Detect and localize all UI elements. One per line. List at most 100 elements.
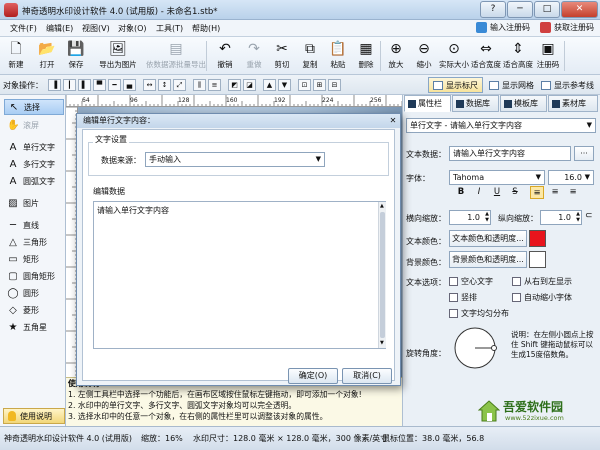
menu-object[interactable]: 对象(O): [118, 23, 147, 34]
align-left-icon[interactable]: ▐: [48, 79, 61, 91]
toolbar-button-11[interactable]: ⊕ 放大: [382, 39, 410, 73]
toolbar-button-4[interactable]: ▤ 依数据源批量导出: [142, 39, 210, 73]
tool-diamond[interactable]: ◇ 菱形: [4, 302, 64, 318]
maximize-button[interactable]: □: [534, 1, 560, 18]
get-code-link[interactable]: 获取注册码: [540, 22, 594, 33]
backward-icon[interactable]: ▼: [278, 79, 291, 91]
toolbar-button-5[interactable]: ↶ 撤销: [211, 39, 239, 73]
same-size-icon[interactable]: ⤢: [173, 79, 186, 91]
tool-picture[interactable]: ▨ 图片: [4, 195, 64, 211]
toolbar-button-16[interactable]: ▣ 注册码: [533, 39, 563, 73]
same-width-icon[interactable]: ↔: [143, 79, 156, 91]
register-link[interactable]: 输入注册码: [476, 22, 530, 33]
toolbar-button-1[interactable]: 📂 打开: [33, 39, 61, 73]
forward-icon[interactable]: ▲: [263, 79, 276, 91]
toolbar-button-3[interactable]: 🖼 导出为图片: [96, 39, 140, 73]
toolbar-button-10[interactable]: ▦ 删除: [352, 39, 380, 73]
ungroup-icon[interactable]: ⊟: [328, 79, 341, 91]
source-select[interactable]: 手动输入 ▼: [145, 152, 325, 167]
toolbar-button-13[interactable]: ⊙ 实际大小: [438, 39, 470, 73]
bring-front-icon[interactable]: ◩: [228, 79, 241, 91]
menu-help[interactable]: 帮助(H): [192, 23, 220, 34]
font-select[interactable]: Tahoma ▼: [449, 170, 545, 185]
underline-button[interactable]: U: [490, 186, 504, 199]
bg-color-swatch[interactable]: [529, 251, 546, 268]
rtl-checkbox[interactable]: 从右到左显示: [512, 276, 572, 287]
tool-pan-hand[interactable]: ✋ 滚屏: [4, 117, 64, 133]
align-top-icon[interactable]: ▀: [93, 79, 106, 91]
toolbar-button-14[interactable]: ⇔ 适合宽度: [470, 39, 502, 73]
toggle-grid[interactable]: 显示网格: [484, 77, 539, 93]
close-button[interactable]: ✕: [561, 1, 598, 18]
tool-rounded-rectangle[interactable]: ▢ 圆角矩形: [4, 268, 64, 284]
scroll-down-icon[interactable]: ▼: [380, 340, 384, 346]
font-size-select[interactable]: 16.0 ▼: [548, 170, 594, 185]
tool-star[interactable]: ★ 五角星: [4, 319, 64, 335]
toolbar-button-15[interactable]: ⇕ 适合高度: [502, 39, 534, 73]
text-area-scrollbar[interactable]: ▲ ▼: [378, 202, 386, 348]
menu-edit[interactable]: 编辑(E): [46, 23, 73, 34]
tool-rectangle[interactable]: ▭ 矩形: [4, 251, 64, 267]
text-edit-area[interactable]: 请输入单行文字内容 ▲ ▼: [93, 201, 386, 349]
toolbar-button-7[interactable]: ✂ 剪切: [268, 39, 296, 73]
toolbar-button-2[interactable]: 💾 保存: [62, 39, 90, 73]
scroll-up-icon[interactable]: ▲: [380, 203, 384, 209]
toolbar-button-8[interactable]: ⧉ 复制: [296, 39, 324, 73]
vertical-checkbox[interactable]: 竖排: [449, 292, 477, 303]
rotation-dial[interactable]: [450, 325, 500, 371]
object-selector[interactable]: 单行文字 - 请输入单行文字内容 ▼: [406, 118, 596, 133]
auto-shrink-checkbox[interactable]: 自动缩小字体: [512, 292, 572, 303]
menu-tools[interactable]: 工具(T): [156, 23, 183, 34]
tool-single-line-text[interactable]: A 单行文字: [4, 139, 64, 155]
lock-icon[interactable]: ⊡: [298, 79, 311, 91]
link-scale-icon[interactable]: ⊂: [585, 211, 593, 221]
toggle-guides[interactable]: 显示参考线: [536, 77, 599, 93]
align-left-text-icon[interactable]: ≡: [530, 186, 544, 199]
bg-color-button[interactable]: 背景颜色和透明度...: [449, 251, 527, 268]
send-back-icon[interactable]: ◪: [243, 79, 256, 91]
help-tab[interactable]: 使用说明: [3, 408, 65, 424]
same-height-icon[interactable]: ↕: [158, 79, 171, 91]
toggle-ruler[interactable]: 显示标尺: [428, 77, 483, 93]
tab-properties[interactable]: 属性栏: [404, 95, 451, 112]
toolbar-button-12[interactable]: ⊖ 缩小: [410, 39, 438, 73]
text-color-swatch[interactable]: [529, 230, 546, 247]
align-right-icon[interactable]: ▌: [78, 79, 91, 91]
align-middle-icon[interactable]: ━: [108, 79, 121, 91]
toolbar-button-0[interactable]: 🗋 新建: [2, 39, 30, 73]
hollow-text-checkbox[interactable]: 空心文字: [449, 276, 493, 287]
distribute-h-icon[interactable]: ⫼: [193, 79, 206, 91]
align-right-text-icon[interactable]: ≡: [566, 186, 580, 199]
cancel-button[interactable]: 取消(C): [342, 368, 392, 384]
tab-templates[interactable]: 模板库: [500, 95, 547, 112]
text-data-field[interactable]: 请输入单行文字内容: [449, 146, 571, 161]
align-center-text-icon[interactable]: ≡: [548, 186, 562, 199]
distribute-v-icon[interactable]: ≡: [208, 79, 221, 91]
tool-select-arrow[interactable]: ↖ 选择: [4, 99, 64, 115]
tab-materials[interactable]: 素材库: [548, 95, 598, 112]
align-bottom-icon[interactable]: ▄: [123, 79, 136, 91]
tool-multi-line-text[interactable]: A 多行文字: [4, 156, 64, 172]
even-distribute-checkbox[interactable]: 文字均匀分布: [449, 308, 509, 319]
scroll-thumb[interactable]: [380, 212, 385, 338]
dialog-close-icon[interactable]: ✕: [388, 116, 398, 126]
align-center-icon[interactable]: ┃: [63, 79, 76, 91]
tool-circle[interactable]: ◯ 圆形: [4, 285, 64, 301]
group-icon[interactable]: ⊞: [313, 79, 326, 91]
menu-view[interactable]: 视图(V): [82, 23, 110, 34]
text-color-button[interactable]: 文本颜色和透明度...: [449, 230, 527, 247]
vscale-input[interactable]: 1.0 ▲ ▼: [540, 210, 582, 225]
minimize-button[interactable]: ─: [507, 1, 533, 18]
help-button[interactable]: ?: [480, 1, 506, 18]
menu-file[interactable]: 文件(F): [10, 23, 37, 34]
bold-button[interactable]: B: [454, 186, 468, 199]
hscale-input[interactable]: 1.0 ▲ ▼: [449, 210, 491, 225]
toolbar-button-9[interactable]: 📋 粘贴: [324, 39, 352, 73]
tool-arc-text[interactable]: A 圆弧文字: [4, 173, 64, 189]
strike-button[interactable]: S: [508, 186, 522, 199]
tool-line[interactable]: ─ 直线: [4, 217, 64, 233]
toolbar-button-6[interactable]: ↷ 重做: [240, 39, 268, 73]
tab-database[interactable]: 数据库: [452, 95, 499, 112]
edit-text-button[interactable]: ···: [574, 146, 594, 161]
ok-button[interactable]: 确定(O): [288, 368, 338, 384]
